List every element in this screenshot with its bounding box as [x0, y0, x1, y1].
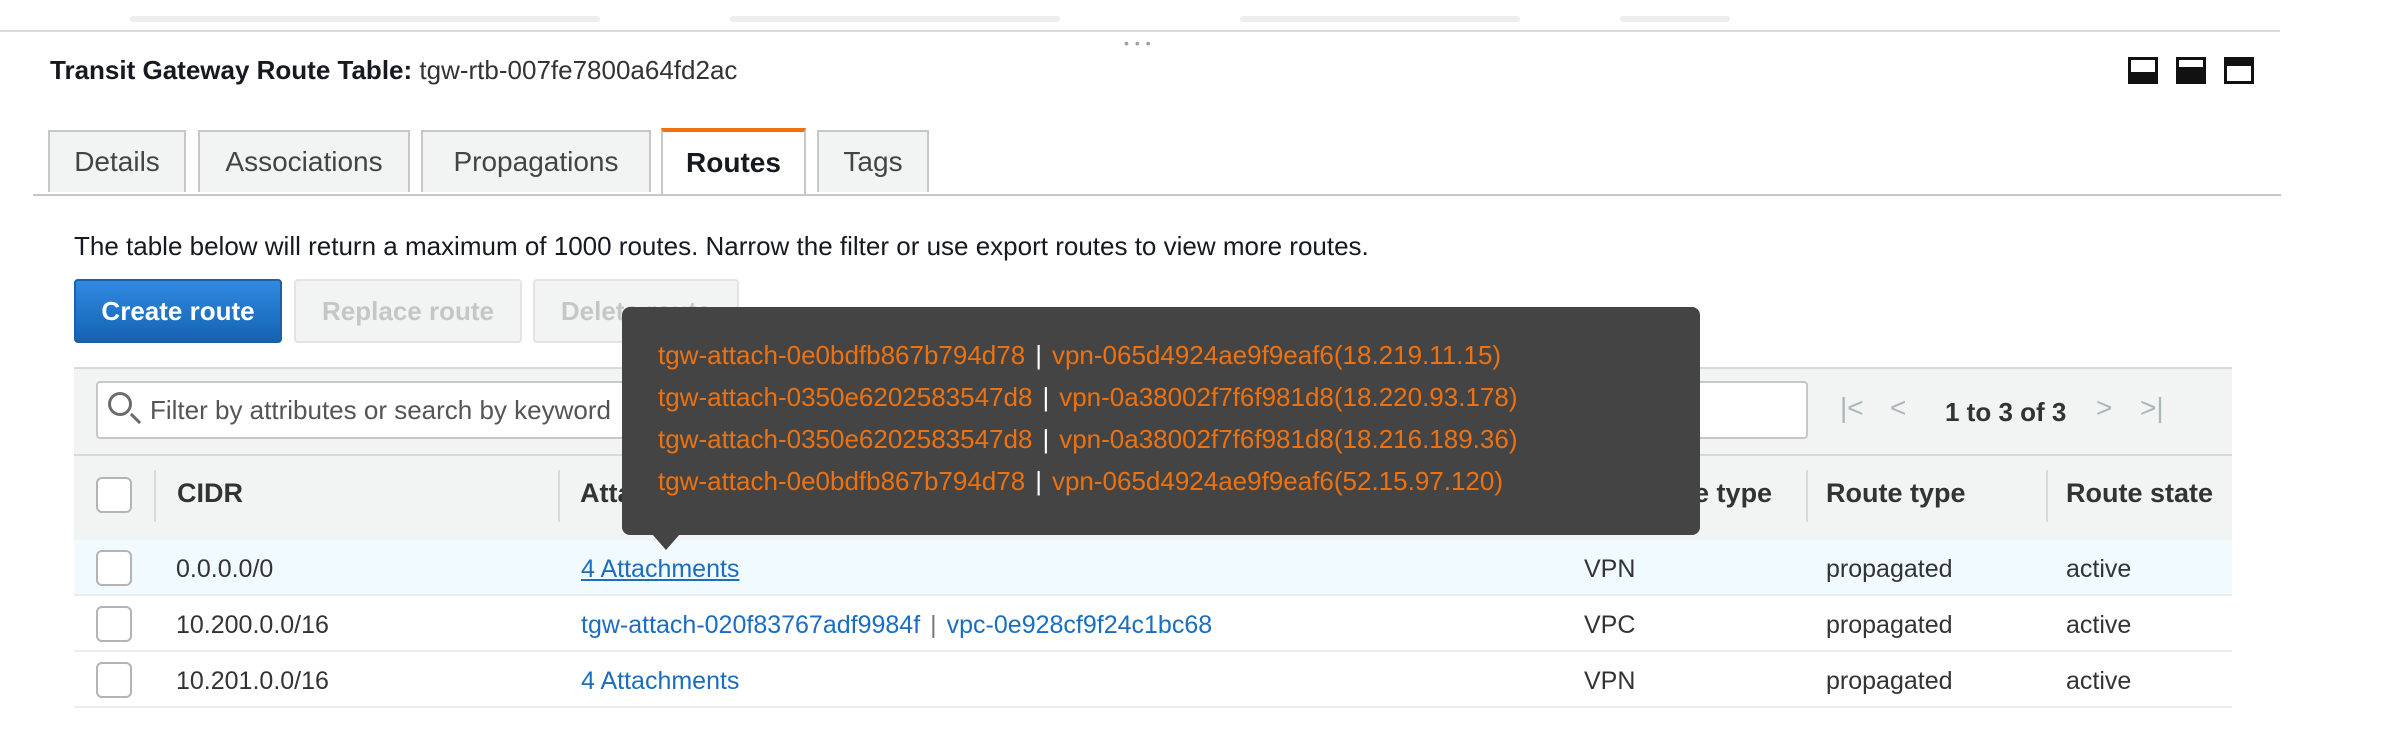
tooltip-resource: vpn-0a38002f7f6f981d8(18.220.93.178)	[1059, 382, 1518, 412]
tooltip-resource: vpn-0a38002f7f6f981d8(18.216.189.36)	[1059, 424, 1518, 454]
tooltip-separator: |	[1035, 340, 1042, 370]
attachment-resource-link[interactable]: vpc-0e928cf9f24c1bc68	[947, 611, 1212, 639]
row-checkbox[interactable]	[96, 550, 132, 586]
attachments-link[interactable]: 4 Attachments	[581, 555, 739, 584]
routes-limit-info: The table below will return a maximum of…	[74, 231, 1369, 261]
resource-type-cell: VPN	[1584, 555, 1636, 583]
resource-type-cell: VPN	[1584, 667, 1636, 695]
column-divider	[154, 470, 156, 522]
route-type-cell: propagated	[1826, 555, 1953, 583]
clipped-row-text	[1240, 16, 1520, 22]
column-divider	[558, 470, 560, 522]
clipped-row-text	[730, 16, 1060, 22]
tooltip-separator: |	[1042, 382, 1050, 412]
route-state-cell: active	[2066, 667, 2132, 695]
cidr-cell: 0.0.0.0/0	[176, 555, 274, 583]
route-table-id: tgw-rtb-007fe7800a64fd2ac	[419, 55, 738, 85]
route-type-cell: propagated	[1826, 667, 1953, 695]
row-checkbox[interactable]	[96, 606, 132, 642]
route-type-cell: propagated	[1826, 611, 1953, 639]
tab-tags[interactable]: Tags	[817, 130, 929, 192]
tab-propagations[interactable]: Propagations	[421, 130, 651, 192]
tooltip-attachment-id: tgw-attach-0e0bdfb867b794d78	[658, 466, 1026, 496]
attachment-separator: |	[930, 611, 937, 639]
pagination-summary: 1 to 3 of 3	[1945, 397, 2067, 427]
column-header-route-state[interactable]: Route state	[2066, 478, 2213, 509]
tooltip-line: tgw-attach-0350e6202583547d8 | vpn-0a38002…	[658, 424, 1517, 455]
panel-split-icon[interactable]	[2176, 57, 2206, 84]
column-header-cidr[interactable]: CIDR	[177, 478, 243, 509]
tooltip-line: tgw-attach-0e0bdfb867b794d78 | vpn-065d492…	[658, 340, 1501, 371]
panel-minimize-icon[interactable]	[2128, 57, 2158, 84]
route-table-label: Transit Gateway Route Table:	[50, 55, 413, 85]
resize-handle[interactable]: •••	[1124, 35, 1157, 51]
create-route-button[interactable]: Create route	[74, 279, 282, 343]
tooltip-separator: |	[1042, 424, 1050, 454]
select-all-checkbox[interactable]	[96, 477, 132, 513]
route-table-header: Transit Gateway Route Table: tgw-rtb-007…	[50, 55, 737, 86]
column-divider	[1806, 470, 1808, 522]
clipped-row-text	[1620, 16, 1730, 22]
tab-associations[interactable]: Associations	[198, 130, 410, 192]
tooltip-resource: vpn-065d4924ae9f9eaf6(18.219.11.15)	[1051, 340, 1502, 370]
route-state-cell: active	[2066, 611, 2132, 639]
top-panel-edge	[0, 0, 2280, 32]
tab-details[interactable]: Details	[48, 130, 186, 192]
tooltip-arrow	[652, 534, 680, 550]
clipped-row-text	[130, 16, 600, 22]
cidr-cell: 10.200.0.0/16	[176, 611, 329, 639]
resource-type-cell: VPC	[1584, 611, 1636, 639]
replace-route-button[interactable]: Replace route	[294, 279, 522, 343]
cidr-cell: 10.201.0.0/16	[176, 667, 329, 695]
search-icon	[108, 392, 132, 416]
detail-tabs: Details Associations Propagations Routes…	[33, 128, 2281, 196]
tooltip-resource: vpn-065d4924ae9f9eaf6(52.15.97.120)	[1051, 466, 1504, 496]
next-page-icon[interactable]: >	[2096, 392, 2112, 424]
route-state-cell: active	[2066, 555, 2132, 583]
attachment-cell: tgw-attach-020f83767adf9984f | vpc-0e928cf…	[581, 611, 1212, 640]
first-page-icon[interactable]: |<	[1840, 392, 1864, 424]
tooltip-attachment-id: tgw-attach-0350e6202583547d8	[658, 382, 1033, 412]
tab-routes[interactable]: Routes	[661, 128, 806, 194]
tooltip-attachment-id: tgw-attach-0e0bdfb867b794d78	[658, 340, 1026, 370]
column-header-route-type[interactable]: Route type	[1826, 478, 1966, 509]
attachment-id-link[interactable]: tgw-attach-020f83767adf9984f	[581, 611, 920, 639]
previous-page-icon[interactable]: <	[1890, 392, 1906, 424]
tooltip-separator: |	[1035, 466, 1042, 496]
panel-maximize-icon[interactable]	[2224, 57, 2254, 84]
last-page-icon[interactable]: >|	[2140, 392, 2164, 424]
row-checkbox[interactable]	[96, 662, 132, 698]
tooltip-attachment-id: tgw-attach-0350e6202583547d8	[658, 424, 1033, 454]
attachments-link[interactable]: 4 Attachments	[581, 667, 739, 696]
column-divider	[2046, 470, 2048, 522]
tooltip-line: tgw-attach-0e0bdfb867b794d78 | vpn-065d492…	[658, 466, 1503, 497]
tooltip-line: tgw-attach-0350e6202583547d8 | vpn-0a38002…	[658, 382, 1517, 413]
panel-layout-controls	[2128, 57, 2254, 84]
